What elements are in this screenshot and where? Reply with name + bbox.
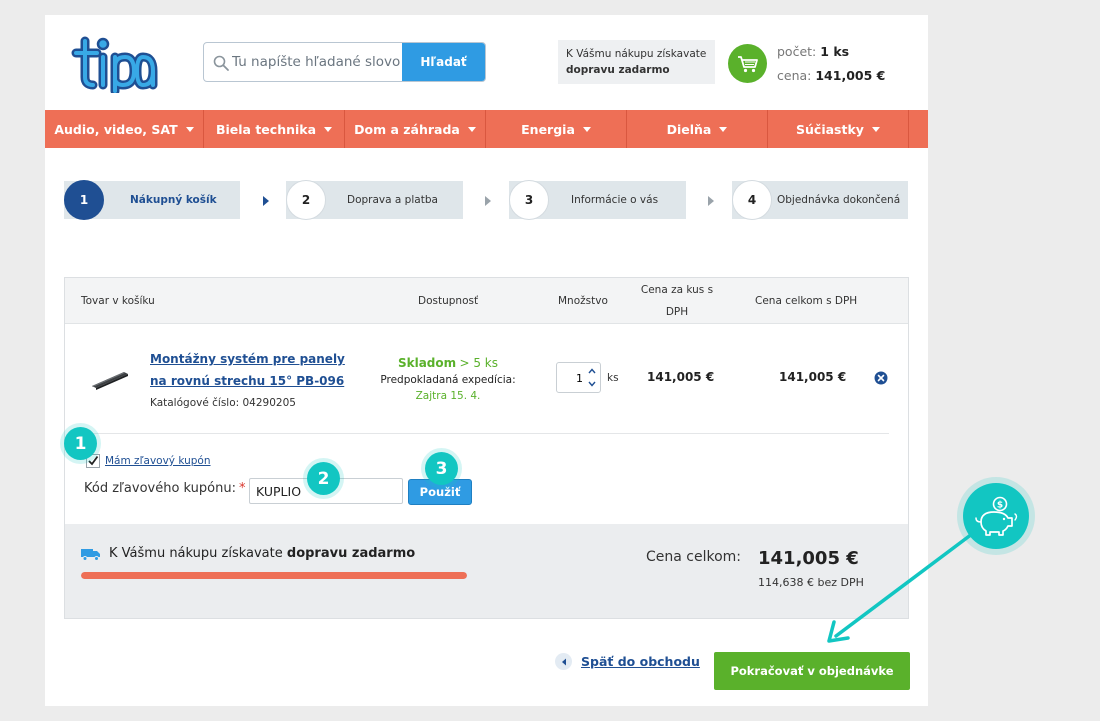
quantity-stepper	[556, 362, 601, 393]
step-arrow-icon	[263, 196, 269, 206]
availability: Skladom > 5 ks Predpokladaná expedícia: …	[373, 355, 523, 404]
cart-table: Tovar v košíku Dostupnosť Množstvo Cena …	[64, 277, 909, 619]
caret-down-icon	[467, 127, 476, 132]
step-number: 2	[286, 180, 326, 220]
back-to-shop-label: Späť do obchodu	[581, 654, 700, 669]
step-cart[interactable]: 1 Nákupný košík	[64, 180, 240, 220]
free-shipping-text: K Vášmu nákupu získavate dopravu zadarmo	[109, 546, 416, 561]
step-label: Informácie o vás	[571, 194, 659, 206]
unit-price: 141,005 €	[647, 370, 715, 384]
cart-button[interactable]	[728, 44, 767, 83]
tipa-logo[interactable]	[71, 33, 159, 93]
step-label: Objednávka dokončená	[777, 194, 901, 206]
nav-item-suciastky[interactable]: Súčiastky	[768, 110, 909, 148]
divider	[83, 433, 889, 434]
free-shipping-promo: K Vášmu nákupu získavate dopravu zadarmo	[558, 40, 715, 84]
chevron-down-icon[interactable]	[586, 378, 598, 390]
col-total-price: Cena celkom s DPH	[755, 295, 858, 307]
annotation-badge-2: 2	[307, 462, 340, 495]
required-mark: *	[238, 481, 246, 496]
cart-summary[interactable]: počet: 1 ks cena: 141,005 €	[777, 40, 885, 88]
total-price: 141,005 €	[779, 370, 847, 384]
nav-item-energia[interactable]: Energia	[486, 110, 627, 148]
step-number: 3	[509, 180, 549, 220]
piggy-bank-icon: $	[975, 496, 1018, 536]
stock-count: > 5 ks	[459, 356, 499, 370]
col-quantity: Množstvo	[558, 295, 608, 307]
main-nav: Audio, video, SAT Biela technika Dom a z…	[45, 110, 928, 148]
caret-down-icon	[324, 127, 333, 132]
product-name-link[interactable]: Montážny systém pre panely na rovnú stre…	[150, 348, 365, 392]
total-value: 141,005 €	[758, 548, 859, 569]
step-arrow-icon	[485, 196, 491, 206]
step-label: Nákupný košík	[130, 194, 217, 206]
step-order-complete[interactable]: 4 Objednávka dokončená	[732, 180, 908, 220]
col-availability: Dostupnosť	[418, 295, 479, 307]
caret-down-icon	[185, 127, 194, 132]
cart-count-value: 1 ks	[820, 44, 850, 59]
promo-line1: K Vášmu nákupu získavate	[566, 48, 707, 60]
caret-down-icon	[582, 127, 591, 132]
nav-item-dom-a-zahrada[interactable]: Dom a záhrada	[345, 110, 486, 148]
cart-summary-box: K Vášmu nákupu získavate dopravu zadarmo…	[65, 524, 908, 618]
search-icon	[213, 55, 229, 71]
stock-status: Skladom	[397, 356, 457, 370]
step-number: 1	[64, 180, 104, 220]
table-header: Tovar v košíku Dostupnosť Množstvo Cena …	[65, 278, 908, 324]
nav-item-biela-technika[interactable]: Biela technika	[204, 110, 345, 148]
piggy-bank-marker: $	[963, 483, 1029, 549]
annotation-badge-3: 3	[425, 452, 458, 485]
cart-count-label: počet:	[777, 44, 817, 59]
cart-price-value: 141,005 €	[815, 68, 886, 83]
step-number: 4	[732, 180, 772, 220]
total-label: Cena celkom:	[646, 549, 742, 565]
caret-down-icon	[719, 127, 728, 132]
total-net-value: 114,638 € bez DPH	[758, 576, 864, 589]
search-box: Hľadať	[203, 42, 486, 82]
chevron-up-icon[interactable]	[586, 365, 598, 377]
annotation-badge-1: 1	[64, 427, 97, 460]
step-information[interactable]: 3 Informácie o vás	[509, 180, 686, 220]
promo-line2: dopravu zadarmo	[566, 64, 670, 76]
svg-text:$: $	[997, 501, 1003, 511]
product-image[interactable]	[90, 366, 130, 390]
expedition-label: Predpokladaná expedícia:	[380, 374, 516, 386]
nav-item-dielna[interactable]: Dielňa	[627, 110, 768, 148]
product-catalog-number: Katalógové číslo: 04290205	[150, 397, 296, 409]
step-arrow-icon	[708, 196, 714, 206]
quantity-unit: ks	[607, 372, 619, 384]
free-shipping-progress	[81, 572, 467, 579]
page: Hľadať K Vášmu nákupu získavate dopravu …	[45, 15, 928, 706]
continue-order-button[interactable]: Pokračovať v objednávke	[714, 652, 910, 690]
cart-price-label: cena:	[777, 68, 812, 83]
quantity-input[interactable]	[559, 369, 583, 387]
search-input[interactable]	[232, 43, 404, 81]
nav-item-audio-video-sat[interactable]: Audio, video, SAT	[45, 110, 204, 148]
chevron-left-icon	[555, 653, 572, 670]
coupon-toggle-link[interactable]: Mám zľavový kupón	[105, 455, 211, 467]
progress-fill	[81, 572, 467, 579]
truck-icon	[81, 549, 100, 561]
back-to-shop-link[interactable]: Späť do obchodu	[555, 653, 700, 670]
shopping-cart-icon	[737, 55, 758, 72]
caret-down-icon	[871, 127, 880, 132]
step-label: Doprava a platba	[347, 194, 438, 206]
search-button[interactable]: Hľadať	[402, 43, 485, 81]
col-product: Tovar v košíku	[81, 295, 155, 307]
remove-item-icon[interactable]	[874, 371, 888, 385]
step-shipping-payment[interactable]: 2 Doprava a platba	[286, 180, 463, 220]
coupon-field-label: Kód zľavového kupónu: *	[84, 481, 246, 496]
expedition-date: Zajtra 15. 4.	[415, 390, 481, 402]
col-unit-price: Cena za kus s DPH	[640, 284, 714, 318]
